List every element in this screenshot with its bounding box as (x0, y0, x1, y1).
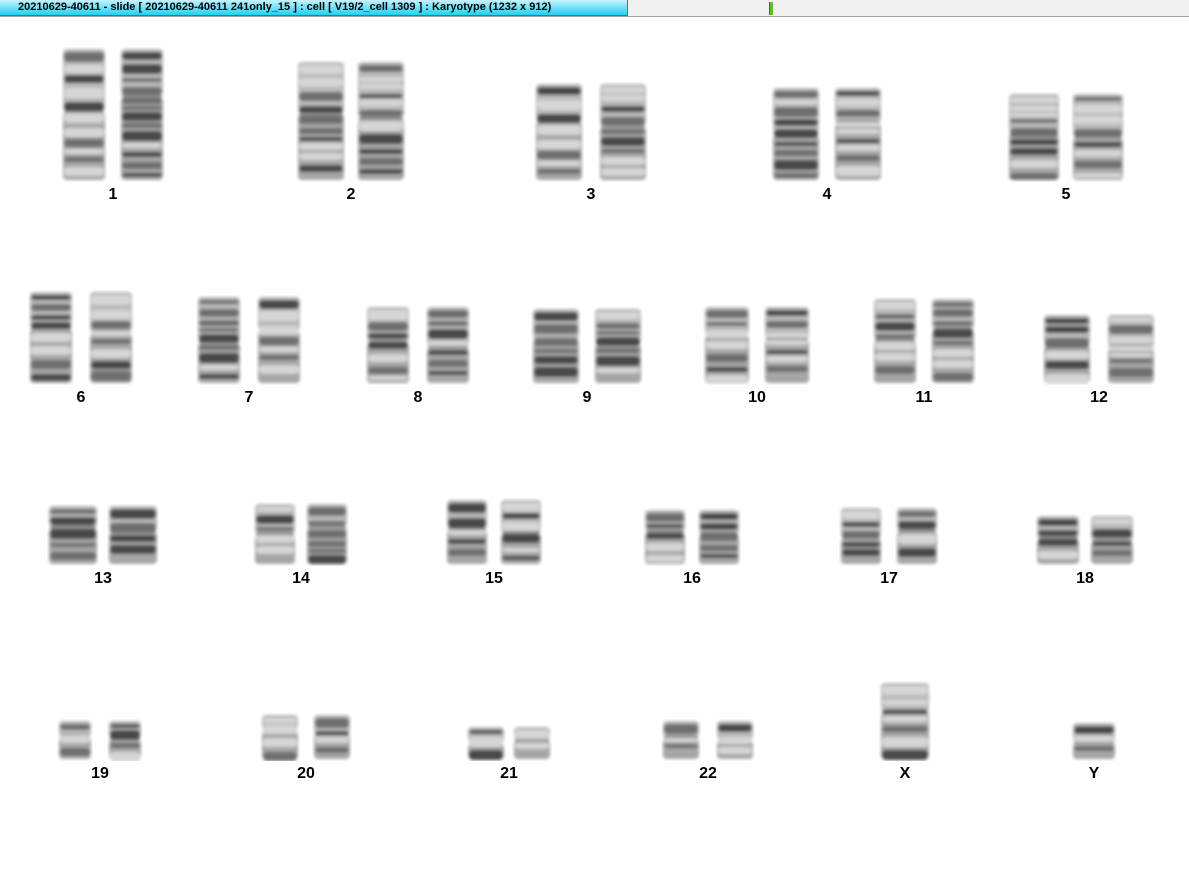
chromosome-pair-2[interactable] (296, 60, 406, 182)
chromosome[interactable] (895, 506, 939, 566)
chromosome[interactable] (697, 508, 741, 566)
chromosome[interactable] (107, 719, 143, 761)
chromosome-label: 21 (500, 765, 518, 782)
chromosome[interactable] (256, 295, 302, 385)
chromosome-label: 20 (297, 765, 315, 782)
chromosome-label: 13 (94, 570, 112, 587)
chromosome[interactable] (771, 86, 821, 182)
chromosome[interactable] (531, 307, 581, 385)
chromosome-pair-7[interactable] (196, 295, 302, 385)
chromosome[interactable] (763, 305, 811, 385)
chromosome-pair-1[interactable] (61, 47, 165, 182)
chromosome-label: 5 (1061, 186, 1071, 203)
chromosome-pair-10[interactable] (703, 305, 811, 385)
chromosome[interactable] (61, 47, 107, 182)
chromosome-label: 4 (822, 186, 832, 203)
chromosome[interactable] (1042, 313, 1092, 385)
chromosome[interactable] (1007, 92, 1061, 182)
chromosome-label: 14 (292, 570, 310, 587)
chromosome-label: 2 (346, 186, 356, 203)
chromosome[interactable] (1035, 514, 1081, 566)
chromosome-label: 12 (1090, 389, 1108, 406)
chromosome[interactable] (107, 504, 159, 566)
chromosome[interactable] (839, 506, 883, 566)
chromosome[interactable] (661, 719, 701, 761)
chromosome-pair-6[interactable] (28, 290, 134, 385)
chromosome-pair-16[interactable] (643, 508, 741, 566)
chromosome-label: 19 (91, 765, 109, 782)
chromosome[interactable] (872, 297, 918, 385)
chromosome-pair-9[interactable] (531, 307, 643, 385)
chromosome[interactable] (253, 502, 297, 566)
chromosome[interactable] (593, 307, 643, 385)
chromosome-pair-3[interactable] (534, 82, 648, 182)
chromosome-pair-13[interactable] (47, 504, 159, 566)
chromosome-label: 1 (108, 186, 118, 203)
chromosome[interactable] (305, 502, 349, 566)
chromosome[interactable] (296, 60, 346, 182)
chromosome-pair-21[interactable] (466, 725, 552, 761)
chromosome-label: 11 (915, 389, 933, 406)
chromosome-label: 16 (683, 570, 701, 587)
chromosome[interactable] (28, 290, 74, 385)
chromosome-pair-y[interactable] (1071, 721, 1117, 761)
chromosome[interactable] (119, 47, 165, 182)
chromosome-label: 7 (244, 389, 254, 406)
chromosome[interactable] (88, 290, 134, 385)
chromosome[interactable] (879, 681, 931, 761)
chromosome-label: 10 (748, 389, 766, 406)
chromosome[interactable] (365, 305, 411, 385)
chromosome-pair-17[interactable] (839, 506, 939, 566)
chromosome[interactable] (1071, 92, 1125, 182)
chromosome-label: Y (1088, 765, 1100, 782)
chromosome-pair-20[interactable] (260, 713, 352, 761)
chromosome[interactable] (356, 60, 406, 182)
chromosome[interactable] (466, 725, 506, 761)
chromosome[interactable] (312, 713, 352, 761)
chromosome-pair-5[interactable] (1007, 92, 1125, 182)
chromosome[interactable] (57, 719, 93, 761)
chromosome-pair-18[interactable] (1035, 514, 1135, 566)
chromosome[interactable] (260, 713, 300, 761)
chromosome[interactable] (930, 297, 976, 385)
chromosome-pair-4[interactable] (771, 86, 883, 182)
chromosome[interactable] (512, 725, 552, 761)
chromosome-pair-x[interactable] (879, 681, 931, 761)
chromosome-label: 15 (485, 570, 503, 587)
chromosome-pair-14[interactable] (253, 502, 349, 566)
chromosome[interactable] (1071, 721, 1117, 761)
chromosome[interactable] (715, 719, 755, 761)
chromosome-label: X (899, 765, 911, 782)
chromosome-pair-8[interactable] (365, 305, 471, 385)
chromosome-label: 6 (76, 389, 86, 406)
chromosome[interactable] (534, 82, 584, 182)
chromosome[interactable] (598, 82, 648, 182)
karyogram-panel: 1 2 3 4 5 6 7 8 9 10 11 12 13 14 15 16 17 18 19 20 21 22 X Y (0, 18, 1189, 869)
chromosome[interactable] (499, 498, 543, 566)
chromosome-pair-22[interactable] (661, 719, 755, 761)
chromosome[interactable] (1089, 514, 1135, 566)
chromosome[interactable] (1106, 313, 1156, 385)
chromosome-label: 3 (586, 186, 596, 203)
window-titlebar: 20210629-40611 - slide [ 20210629-40611 … (0, 0, 1189, 17)
chromosome[interactable] (196, 295, 242, 385)
chromosome[interactable] (425, 305, 471, 385)
chromosome[interactable] (833, 86, 883, 182)
window-title: 20210629-40611 - slide [ 20210629-40611 … (0, 0, 628, 16)
chromosome-label: 22 (699, 765, 717, 782)
chromosome-pair-15[interactable] (445, 498, 543, 566)
chromosome-pair-12[interactable] (1042, 313, 1156, 385)
status-marker (769, 2, 773, 15)
chromosome[interactable] (643, 508, 687, 566)
chromosome-label: 17 (880, 570, 898, 587)
chromosome-pair-19[interactable] (57, 719, 143, 761)
chromosome-label: 18 (1076, 570, 1094, 587)
chromosome[interactable] (47, 504, 99, 566)
chromosome[interactable] (445, 498, 489, 566)
chromosome[interactable] (703, 305, 751, 385)
chromosome-label: 8 (413, 389, 423, 406)
chromosome-pair-11[interactable] (872, 297, 976, 385)
chromosome-label: 9 (582, 389, 592, 406)
